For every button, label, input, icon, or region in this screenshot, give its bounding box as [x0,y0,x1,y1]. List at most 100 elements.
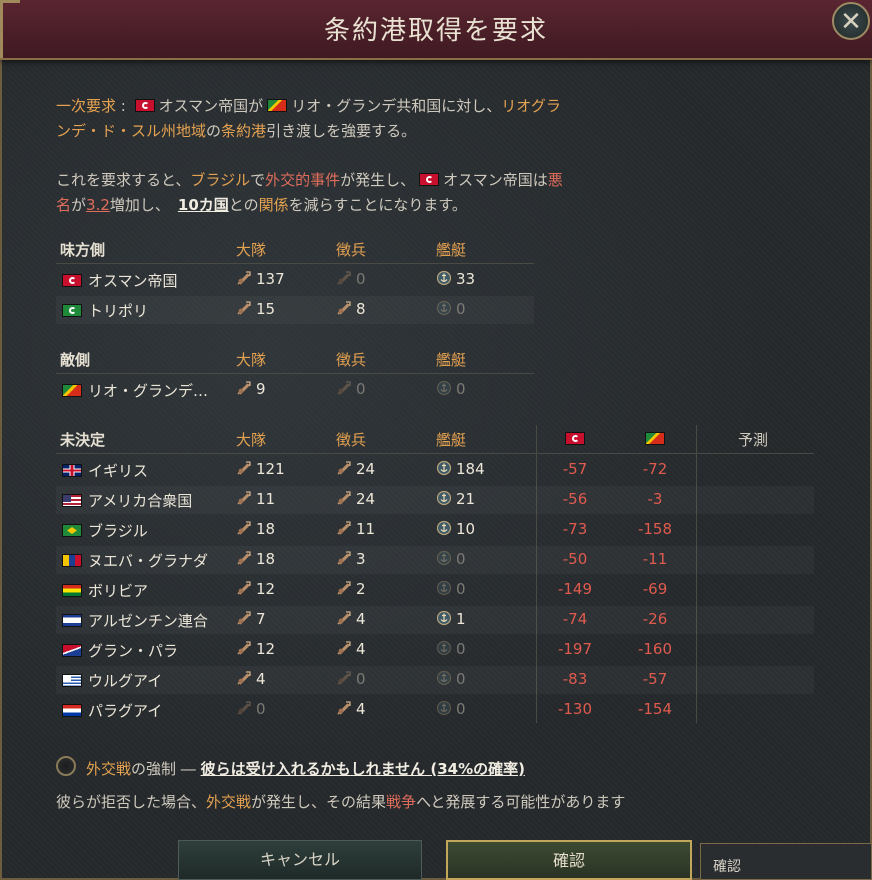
country-row[interactable]: リオ・グランデ… 9 0 0 [56,376,534,404]
country-row[interactable]: ボリビア 12 2 0 -149 -69 [56,576,814,604]
enforce-line: 外交戦の強制 ― 彼らは受け入れるかもしれません (34%の確率) [86,760,525,778]
forecast-cell [698,696,814,724]
battalions-count: 121 [236,460,285,478]
conscripts-count: 4 [336,700,366,718]
ottoman-flag-icon [565,432,585,445]
opinion-of-ottoman: -56 [562,490,588,508]
cancel-button[interactable]: キャンセル [178,840,422,880]
demand-line-2: ンデ・ド・スル州地域の条約港引き渡しを強要する。 [56,122,417,140]
country-row[interactable]: ヌエバ・グラナダ 18 3 0 -50 -11 [56,546,814,574]
confirm-button[interactable]: 確認 [446,840,692,880]
battalions-value: 7 [256,610,266,628]
ships-value: 0 [456,640,466,658]
country-label: リオ・グランデ… [88,382,209,400]
tripoli-flag-icon [62,304,82,317]
conscripts-value: 8 [356,300,366,318]
opinion-of-rio-grande: -57 [642,670,668,688]
col-ships: 艦艇 [436,241,467,259]
opinion-of-ottoman: -149 [557,580,593,598]
conscripts-value: 3 [356,550,366,568]
rifle-icon [236,670,252,686]
battalions-count: 18 [236,520,275,538]
enemies-header: 敵側 [60,351,91,369]
country-row[interactable]: ブラジル 18 11 10 -73 -158 [56,516,814,544]
usa-flag-icon [62,494,82,507]
forecast-cell [698,456,814,484]
col-conscripts: 徴兵 [336,241,367,259]
country-row[interactable]: トリポリ 15 8 0 [56,296,534,324]
col-battalions: 大隊 [236,241,267,259]
opinion-of-ottoman: -130 [557,700,593,718]
conscripts-value: 4 [356,640,366,658]
country-row[interactable]: アルゼンチン連合 7 4 1 -74 -26 [56,606,814,634]
country-row[interactable]: ウルグアイ 4 0 0 -83 -57 [56,666,814,694]
rifle-icon [336,300,352,316]
allies-header: 味方側 [60,241,106,259]
conscripts-count: 0 [336,270,366,288]
ship-icon [436,270,452,286]
country-link-ottoman[interactable]: オスマン帝国 [443,171,533,189]
country-row[interactable]: イギリス 121 24 184 -57 -72 [56,456,814,484]
col-battalions: 大隊 [236,431,267,449]
rifle-icon [236,550,252,566]
ship-icon [436,550,452,566]
country-row[interactable]: パラグアイ 0 4 0 -130 -154 [56,696,814,724]
country-name: ヌエバ・グラナダ [62,550,208,571]
ships-count: 0 [436,670,466,688]
battalions-count: 12 [236,580,275,598]
ships-count: 0 [436,640,466,658]
rifle-icon [336,460,352,476]
conscripts-value: 0 [356,670,366,688]
rifle-icon [336,270,352,286]
opinion-of-ottoman: -73 [562,520,588,538]
ship-icon [436,380,452,396]
country-row[interactable]: グラン・パラ 12 4 0 -197 -160 [56,636,814,664]
conscripts-count: 0 [336,670,366,688]
country-name: オスマン帝国 [62,270,178,291]
conscripts-value: 24 [356,490,376,508]
conscripts-count: 4 [336,610,366,628]
rifle-icon [236,300,252,316]
rifle-icon [336,550,352,566]
rifle-icon [236,270,252,286]
conscripts-value: 2 [356,580,366,598]
battalions-value: 0 [256,700,266,718]
conscripts-count: 24 [336,460,375,478]
close-icon: ✕ [840,7,862,37]
rifle-icon [236,460,252,476]
battalions-count: 15 [236,300,275,318]
country-label: パラグアイ [88,702,163,720]
country-name: ブラジル [62,520,148,541]
bra-flag-icon [62,524,82,537]
opinion-of-rio-grande: -69 [642,580,668,598]
rio-grande-flag-icon [267,99,288,112]
country-name: グラン・パラ [62,640,178,661]
enforce-radio[interactable] [56,756,76,776]
demand-line-1: 一次要求 : オスマン帝国が リオ・グランデ共和国に対し、リオグラ [56,97,561,115]
col-ships: 艦艇 [436,431,467,449]
opinion-of-rio-grande: -154 [637,700,673,718]
close-button[interactable]: ✕ [832,2,870,40]
opinion-of-ottoman: -50 [562,550,588,568]
country-link-ottoman[interactable]: オスマン帝国 [159,97,249,115]
acceptance-chance-link[interactable]: 彼らは受け入れるかもしれません (34%の確率) [201,760,525,778]
country-row[interactable]: オスマン帝国 137 0 33 [56,266,534,294]
col-conscripts: 徴兵 [336,431,367,449]
country-label: ウルグアイ [88,672,163,690]
opinion-of-ottoman: -83 [562,670,588,688]
ottoman-flag-icon [134,99,155,112]
consequence-line-1: これを要求すると、ブラジルで外交的事件が発生し、 オスマン帝国は悪 [56,171,563,189]
rifle-icon [236,610,252,626]
divider [56,453,814,454]
rifle-icon [336,490,352,506]
country-name: ウルグアイ [62,670,162,691]
ship-icon [436,610,452,626]
opinion-of-rio-grande: -3 [647,490,663,508]
country-label: オスマン帝国 [88,272,178,290]
affected-countries-link[interactable]: 10カ国 [178,196,229,214]
conscripts-count: 2 [336,580,366,598]
country-link-rio-grande[interactable]: リオ・グランデ共和国 [291,97,441,115]
opinion-of-rio-grande: -11 [642,550,668,568]
country-row[interactable]: アメリカ合衆国 11 24 21 -56 -3 [56,486,814,514]
country-name: パラグアイ [62,700,162,721]
